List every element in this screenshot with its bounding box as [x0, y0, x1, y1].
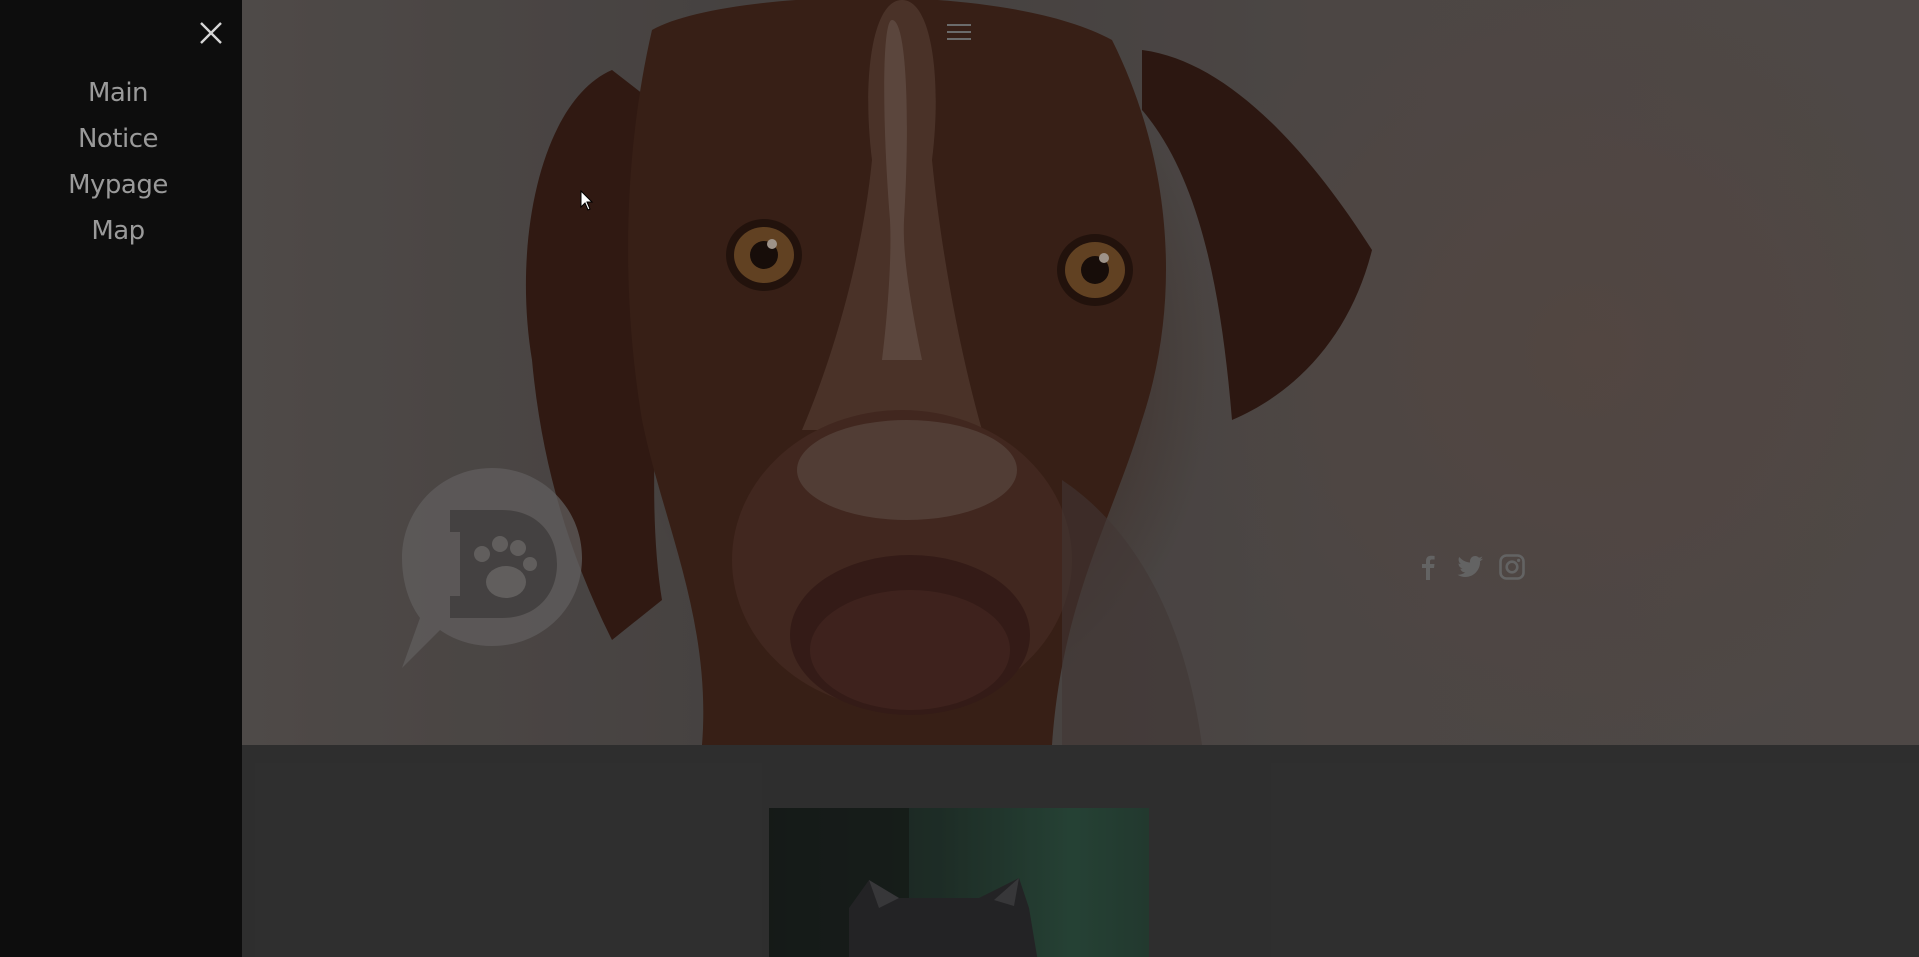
close-icon[interactable] [198, 20, 224, 46]
twitter-icon[interactable] [1456, 553, 1484, 581]
instagram-icon[interactable] [1498, 553, 1526, 581]
cat-photo [769, 808, 1038, 957]
social-links [1414, 553, 1526, 581]
side-menu-item-map[interactable]: Map [0, 208, 236, 254]
side-menu-list: Main Notice Mypage Map [0, 70, 236, 254]
app-window: Main Notice Mypage Map [0, 0, 1919, 957]
main-content [242, 0, 1919, 957]
side-menu-item-notice[interactable]: Notice [0, 116, 236, 162]
hamburger-menu-icon[interactable] [947, 24, 971, 44]
paw-speech-bubble-logo-icon [402, 468, 582, 668]
hero-section [242, 0, 1919, 745]
side-menu-item-mypage[interactable]: Mypage [0, 162, 236, 208]
side-menu-item-main[interactable]: Main [0, 70, 236, 116]
side-menu: Main Notice Mypage Map [0, 0, 242, 957]
content-section [242, 745, 1919, 957]
facebook-icon[interactable] [1414, 553, 1442, 581]
cat-photo-card[interactable] [769, 808, 1149, 957]
